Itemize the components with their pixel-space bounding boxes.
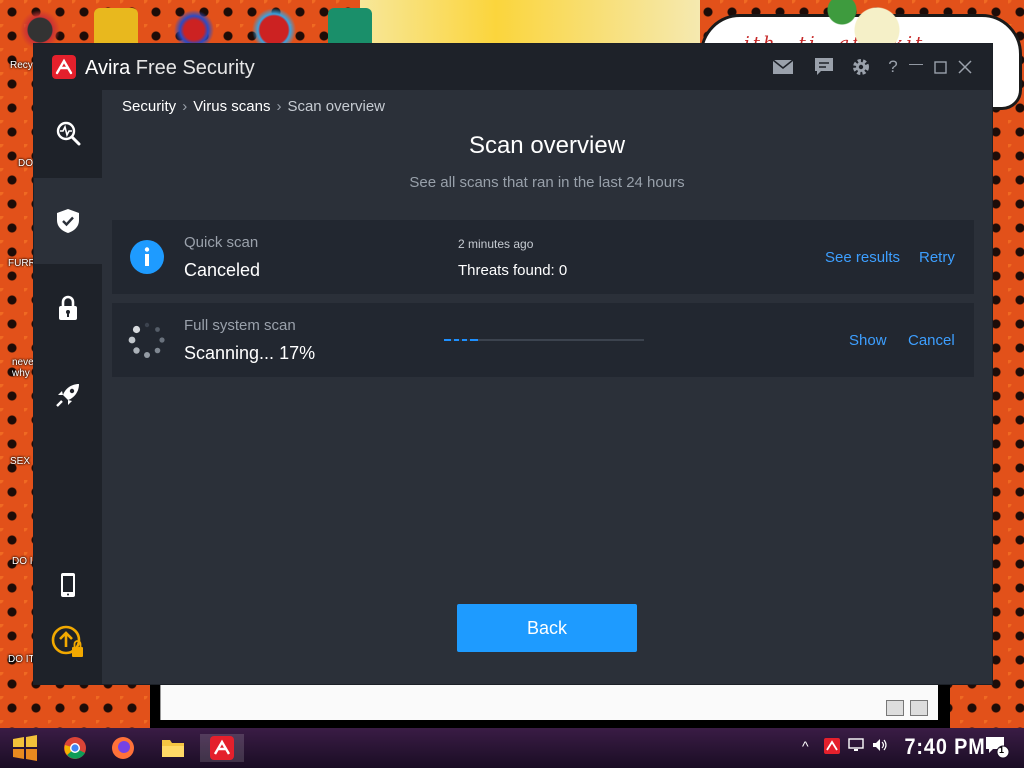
app-title-product: Free Security [135,57,255,79]
chevron-right-icon: › [276,98,282,115]
privacy-lock-icon [59,295,77,320]
scan-row-quick-scan: Quick scan Canceled 2 minutes ago Threat… [112,220,974,294]
title-bar[interactable]: Avira Free Security ? — [34,44,992,90]
notification-icon[interactable]: 1 [984,734,1010,763]
close-button[interactable] [953,56,977,78]
desktop-label-2: FURR [8,258,36,269]
desktop-label-3: neve why [12,357,34,379]
sidebar-item-security[interactable] [34,178,102,264]
sidebar-item-upgrade[interactable] [34,600,102,684]
security-shield-icon [57,209,79,233]
desktop-label-5: DO I [12,556,33,567]
retry-link[interactable]: Retry [919,249,955,266]
volume-icon[interactable] [872,738,888,755]
chrome-icon[interactable] [60,734,90,762]
see-results-link[interactable]: See results [825,249,900,266]
avira-window: Avira Free Security ? — Security › Virus… [34,44,992,684]
chevron-right-icon: › [182,98,188,115]
sidebar [34,90,102,684]
main-content: Security › Virus scans › Scan overview Scan … [102,90,992,684]
tray-chevron-up-icon[interactable]: ^ [802,738,809,754]
view-details-icon[interactable] [886,700,904,716]
file-explorer-icon[interactable] [158,734,188,762]
gear-icon[interactable] [849,56,873,78]
maximize-button[interactable] [928,56,952,78]
scan-progress-bar [444,339,644,341]
page-title: Scan overview [468,132,626,159]
desktop-label-4: SEX [10,456,31,467]
breadcrumb-security[interactable]: Security [122,98,176,115]
scan-time: 2 minutes ago [458,237,534,251]
cancel-link[interactable]: Cancel [908,332,955,349]
scan-row-full-system-scan: Full system scan Scanning... 17% Show Ca… [112,303,974,377]
threats-found: Threats found: 0 [458,262,568,279]
info-icon [130,240,164,274]
app-title-brand: Avira [85,57,131,79]
taskbar-clock[interactable]: 7:40 PM [905,734,986,760]
page-subtitle: See all scans that ran in the last 24 ho… [409,174,685,191]
tray-avira-icon[interactable] [824,738,840,757]
help-icon[interactable]: ? [881,56,905,78]
upgrade-icon [51,625,83,657]
avira-taskbar-icon[interactable] [200,734,244,762]
view-preview-icon[interactable] [910,700,928,716]
app-title: Avira Free Security [85,57,255,80]
breadcrumb-scan-overview: Scan overview [287,98,385,115]
desktop-label-1: DO [18,158,33,169]
avira-logo-icon [52,55,76,79]
status-icon [56,121,81,146]
show-link[interactable]: Show [849,332,887,349]
background-window-content [160,682,938,720]
minimize-button[interactable]: — [904,52,928,74]
breadcrumb-virus-scans[interactable]: Virus scans [193,98,270,115]
sidebar-item-privacy[interactable] [34,265,102,351]
feedback-icon[interactable] [812,56,836,78]
notification-count: 1 [999,745,1005,755]
loading-spinner-icon [128,322,165,358]
sidebar-item-performance[interactable] [34,352,102,438]
mobile-icon [61,573,75,597]
scan-status: Canceled [184,260,261,280]
desktop-label-0: Recy [10,60,33,71]
performance-rocket-icon [56,384,79,407]
mail-icon[interactable] [771,56,795,78]
scan-status: Scanning... 17% [184,343,316,363]
network-icon[interactable] [848,738,864,755]
taskbar: ^ 7:40 PM 1 [0,728,1024,768]
breadcrumb: Security › Virus scans › Scan overview [122,98,385,115]
firefox-icon[interactable] [108,734,138,762]
back-button[interactable]: Back [457,604,637,652]
scan-name: Quick scan [184,234,259,251]
scan-name: Full system scan [184,317,296,334]
desktop-label-6: DO IT [8,654,35,665]
start-button[interactable] [10,734,40,762]
sidebar-item-status[interactable] [34,90,102,176]
